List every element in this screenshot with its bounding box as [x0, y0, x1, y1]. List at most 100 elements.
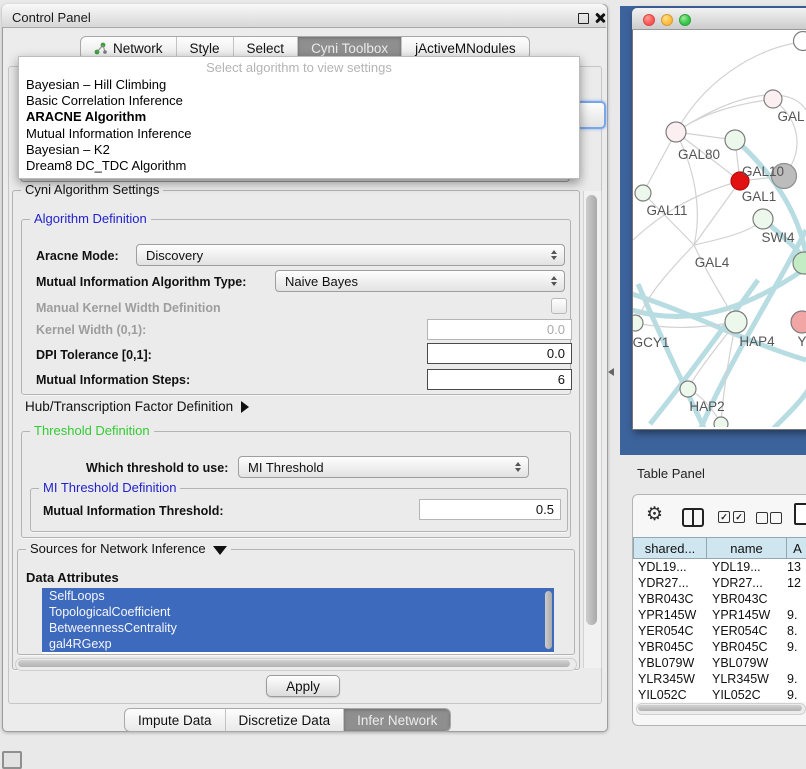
focused-combo-fragment[interactable] [576, 101, 606, 129]
network-node[interactable] [680, 381, 696, 397]
select-all-icon[interactable]: ✓ [733, 511, 745, 523]
table-row[interactable]: YBL079WYBL079W [633, 655, 806, 671]
kernel-width-field[interactable]: 0.0 [427, 319, 572, 340]
sources-group: Sources for Network Inference Data Attri… [17, 549, 575, 655]
select-all-icon[interactable]: ✓ [718, 511, 730, 523]
tab-jactivemnodules-label: jActiveMNodules [415, 41, 516, 56]
network-node[interactable] [764, 90, 782, 108]
network-node[interactable] [714, 417, 728, 427]
algorithm-option[interactable]: Dream8 DC_TDC Algorithm [19, 158, 579, 174]
network-node[interactable] [725, 311, 747, 333]
algorithm-option[interactable]: Mutual Information Inference [19, 126, 579, 142]
network-node[interactable] [725, 130, 745, 150]
settings-hscrollbar-thumb[interactable] [18, 660, 570, 667]
table-cell: YBR043C [707, 591, 782, 607]
network-node[interactable] [753, 209, 773, 229]
close-icon[interactable] [594, 12, 605, 23]
algorithm-option-selected[interactable]: ARACNE Algorithm [19, 109, 579, 125]
close-button[interactable] [643, 14, 655, 26]
tab-discretize-data[interactable]: Discretize Data [225, 709, 344, 731]
network-node[interactable] [633, 315, 643, 331]
algorithm-definition-group: Algorithm Definition Aracne Mode: Discov… [21, 219, 571, 395]
data-attributes-list[interactable]: SelfLoops TopologicalCoefficient Between… [42, 588, 554, 654]
table-cell: 13 [782, 559, 806, 575]
manual-kernel-checkbox[interactable] [551, 298, 567, 314]
document-icon[interactable] [794, 503, 806, 525]
table-row[interactable]: YLR345WYLR345W9. [633, 671, 806, 687]
tab-select-label: Select [247, 41, 285, 56]
float-window-icon[interactable] [578, 13, 589, 24]
network-node[interactable] [794, 32, 806, 51]
table-header-row: shared... name A [633, 537, 806, 559]
table-cell: YDL19... [707, 559, 782, 575]
network-node[interactable] [791, 311, 806, 333]
network-canvas[interactable]: GAL GAL80 GAL10 GAL1 GAL11 SWI4 GAL4 GCY… [633, 31, 806, 427]
network-window-titlebar[interactable] [632, 8, 806, 30]
table-row[interactable]: YBR045CYBR045C9. [633, 639, 806, 655]
mi-type-combobox[interactable]: Naive Bayes [275, 270, 565, 292]
mi-threshold-field[interactable]: 0.5 [419, 499, 561, 520]
panel-splitter-handle[interactable] [608, 368, 614, 376]
minimize-button[interactable] [661, 14, 673, 26]
which-threshold-label: Which threshold to use: [86, 461, 228, 475]
settings-vscrollbar[interactable] [583, 191, 602, 668]
list-scrollbar[interactable] [545, 591, 552, 649]
list-item[interactable]: SelfLoops [42, 588, 554, 604]
table-cell: 9. [782, 671, 806, 687]
table-cell: YBL079W [633, 655, 707, 671]
threshold-definition-group: Threshold Definition Which threshold to … [21, 431, 571, 538]
mi-threshold-label: Mutual Information Threshold: [43, 504, 224, 518]
settings-hscrollbar[interactable] [15, 658, 577, 671]
tab-impute-data[interactable]: Impute Data [125, 709, 225, 731]
aracne-mode-combobox[interactable]: Discovery [136, 244, 565, 266]
gear-icon[interactable]: ⚙ [646, 505, 663, 524]
node-label: SWI4 [761, 230, 794, 245]
dpi-tolerance-field[interactable]: 0.0 [427, 343, 572, 364]
split-columns-icon[interactable] [682, 508, 704, 527]
network-node[interactable] [635, 185, 651, 201]
table-row[interactable]: YDL19...YDL19...13 [633, 559, 806, 575]
hub-tf-definition-label: Hub/Transcription Factor Definition [25, 399, 233, 414]
algorithm-option[interactable]: Bayesian – Hill Climbing [19, 77, 579, 93]
expand-arrow-icon[interactable] [241, 401, 249, 413]
node-label: GAL1 [742, 189, 777, 204]
network-node[interactable] [666, 122, 686, 142]
table-hscrollbar[interactable] [636, 703, 806, 715]
column-header[interactable]: name [707, 537, 787, 559]
hub-tf-definition-toggle[interactable]: Hub/Transcription Factor Definition [25, 399, 249, 414]
mi-steps-field[interactable]: 6 [427, 369, 572, 390]
settings-vscrollbar-thumb[interactable] [586, 195, 597, 625]
algorithm-option[interactable]: Bayesian – K2 [19, 142, 579, 158]
node-label: Y [797, 334, 806, 349]
tab-infer-network[interactable]: Infer Network [343, 709, 450, 731]
deselect-all-icon[interactable] [756, 512, 768, 524]
table-hscrollbar-thumb[interactable] [638, 705, 802, 711]
table-cell: YPR145W [707, 607, 782, 623]
table-row[interactable]: YER054CYER054C8. [633, 623, 806, 639]
docked-panel-icon[interactable] [2, 751, 22, 769]
list-item[interactable]: gal4RGexp [42, 636, 554, 652]
collapse-arrow-icon[interactable] [213, 546, 227, 555]
which-threshold-combobox[interactable]: MI Threshold [238, 456, 529, 478]
zoom-button[interactable] [679, 14, 691, 26]
table-cell: 12 [782, 575, 806, 591]
table-row[interactable]: YDR27...YDR27...12 [633, 575, 806, 591]
table-row[interactable]: YBR043CYBR043C [633, 591, 806, 607]
list-item[interactable]: TopologicalCoefficient [42, 604, 554, 620]
list-item[interactable]: BetweennessCentrality [42, 620, 554, 636]
table-cell: YIL052C [707, 687, 782, 702]
apply-button[interactable]: Apply [266, 675, 340, 697]
table-row[interactable]: YPR145WYPR145W9. [633, 607, 806, 623]
column-header[interactable]: A [787, 537, 806, 559]
deselect-all-icon[interactable] [770, 512, 782, 524]
check-glyph: ✓ [720, 512, 728, 522]
mi-type-value: Naive Bayes [285, 274, 358, 289]
column-header[interactable]: shared... [633, 537, 707, 559]
node-label: GAL11 [646, 203, 687, 218]
table-cell: YIL052C [633, 687, 707, 702]
algorithm-option[interactable]: Basic Correlation Inference [19, 93, 579, 109]
table-body[interactable]: YDL19...YDL19...13 YDR27...YDR27...12 YB… [633, 559, 806, 702]
table-row[interactable]: YIL052CYIL052C9. [633, 687, 806, 702]
check-glyph: ✓ [735, 512, 743, 522]
combo-spinner-icon [551, 276, 557, 286]
